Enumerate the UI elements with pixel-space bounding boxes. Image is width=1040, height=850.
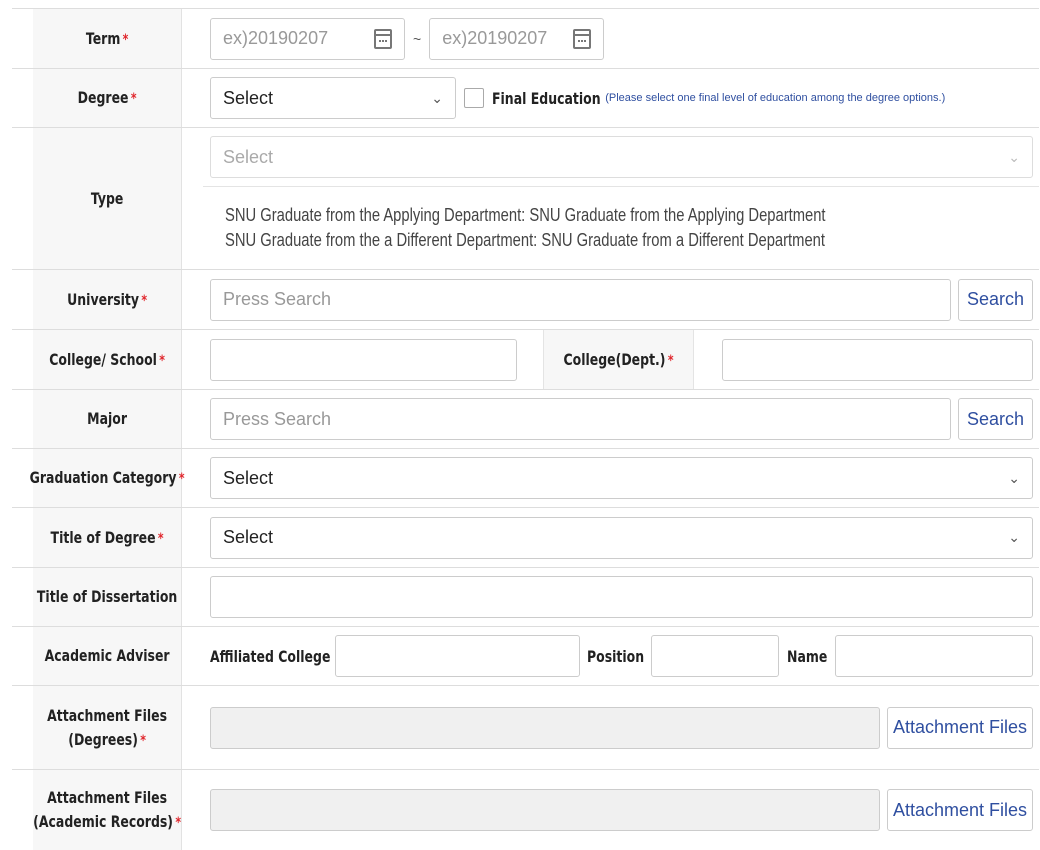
name-input[interactable] (835, 635, 1033, 677)
title-of-dissertation-input[interactable] (210, 576, 1033, 618)
graduation-category-select[interactable]: Select ⌄ (210, 457, 1033, 499)
degree-select-value: Select (223, 87, 274, 108)
major-input[interactable]: Press Search (210, 398, 951, 440)
major-label-text: Major (87, 409, 128, 428)
affiliated-college-label: Affiliated College (210, 646, 331, 666)
required-mark: * (130, 91, 137, 107)
calendar-icon[interactable] (573, 28, 592, 49)
university-label-text: University (67, 289, 140, 309)
row-major: Major Press Search Search (12, 390, 1039, 449)
position-input[interactable] (651, 635, 779, 677)
row-graduation-category: Graduation Category * Select ⌄ (12, 449, 1039, 508)
title-of-degree-select[interactable]: Select ⌄ (210, 516, 1033, 559)
major-label: Major (33, 390, 182, 448)
attachment-records-button[interactable]: Attachment Files (887, 789, 1033, 831)
row-academic-adviser: Academic Adviser Affiliated College Posi… (12, 627, 1039, 686)
degree-label-text: Degree (77, 88, 129, 107)
required-mark: * (140, 732, 146, 749)
education-form: Term * ex)20190207 ~ ex)20190207 Degree * … (12, 8, 1039, 850)
attachment-degrees-label-line1: Attachment Files (47, 705, 168, 725)
attachment-records-label-line1: Attachment Files (47, 788, 168, 807)
chevron-down-icon: ⌄ (1008, 148, 1020, 165)
college-dept-label: College(Dept.) * (542, 330, 694, 389)
academic-adviser-label: Academic Adviser (33, 627, 182, 685)
title-of-degree-value: Select (223, 527, 274, 547)
attachment-degrees-label: Attachment Files (Degrees) * (33, 686, 182, 769)
academic-adviser-label-text: Academic Adviser (44, 646, 170, 665)
college-school-input[interactable] (210, 338, 517, 381)
degree-select[interactable]: Select ⌄ (210, 77, 456, 119)
major-search-button[interactable]: Search (958, 398, 1033, 440)
row-college-school: College/ School * College(Dept.) * (12, 330, 1039, 390)
college-dept-input[interactable] (721, 338, 1033, 381)
type-desc-line1: SNU Graduate from the Applying Departmen… (225, 205, 826, 225)
type-select-value: Select (223, 146, 274, 167)
final-education-checkbox[interactable] (464, 88, 484, 108)
term-separator: ~ (413, 30, 422, 47)
type-select[interactable]: Select ⌄ (210, 136, 1033, 178)
title-of-degree-label: Title of Degree * (33, 508, 182, 567)
type-description: SNU Graduate from the Applying Departmen… (203, 187, 1039, 269)
university-input[interactable]: Press Search (210, 278, 951, 321)
required-mark: * (157, 530, 164, 547)
row-title-of-dissertation: Title of Dissertation (12, 568, 1039, 627)
graduation-category-label: Graduation Category * (29, 449, 185, 507)
row-university: University * Press Search Search (12, 270, 1039, 330)
term-end-input[interactable]: ex)20190207 (429, 17, 605, 60)
required-mark: * (667, 352, 674, 369)
attachment-records-label: Attachment Files (Academic Records) * (33, 770, 182, 850)
required-mark: * (178, 471, 185, 487)
attachment-degrees-label-line2: (Degrees) (68, 729, 138, 749)
row-term: Term * ex)20190207 ~ ex)20190207 (12, 9, 1039, 69)
attachment-records-label-line2: (Academic Records) (33, 812, 174, 831)
attachment-degrees-button[interactable]: Attachment Files (887, 706, 1033, 749)
chevron-down-icon: ⌄ (1008, 469, 1020, 486)
degree-label: Degree * (33, 69, 182, 127)
type-label: Type (33, 128, 182, 269)
attachment-records-filename (210, 789, 880, 831)
title-of-dissertation-label-text: Title of Dissertation (36, 587, 178, 606)
required-mark: * (122, 31, 129, 48)
required-mark: * (141, 292, 148, 309)
term-end-placeholder: ex)20190207 (442, 28, 548, 48)
university-placeholder: Press Search (223, 289, 332, 309)
calendar-icon[interactable] (374, 28, 392, 49)
college-school-label: College/ School * (33, 330, 182, 389)
graduation-category-label-text: Graduation Category (29, 468, 177, 487)
row-type: Type Select ⌄ SNU Graduate from the Appl… (12, 128, 1039, 270)
required-mark: * (175, 815, 182, 831)
title-of-degree-label-text: Title of Degree (50, 527, 156, 547)
row-degree: Degree * Select ⌄ Final Education (Please… (12, 69, 1039, 128)
term-label: Term * (33, 9, 182, 68)
term-start-input[interactable]: ex)20190207 (210, 17, 405, 60)
university-search-button[interactable]: Search (958, 278, 1033, 321)
row-attachment-records: Attachment Files (Academic Records) * Att… (12, 770, 1039, 850)
row-title-of-degree: Title of Degree * Select ⌄ (12, 508, 1039, 568)
attachment-degrees-filename (210, 706, 880, 749)
name-label: Name (787, 646, 828, 666)
position-label: Position (587, 646, 645, 666)
university-label: University * (33, 270, 182, 329)
chevron-down-icon: ⌄ (1008, 529, 1020, 545)
term-label-text: Term (85, 28, 121, 48)
final-education-label: Final Education (492, 88, 601, 108)
chevron-down-icon: ⌄ (431, 89, 443, 106)
row-attachment-degrees: Attachment Files (Degrees) * Attachment F… (12, 686, 1039, 770)
final-education-note: (Please select one final level of educat… (605, 92, 946, 104)
title-of-dissertation-label: Title of Dissertation (33, 568, 182, 626)
college-school-label-text: College/ School (49, 349, 157, 369)
term-start-placeholder: ex)20190207 (223, 28, 329, 48)
college-dept-label-text: College(Dept.) (562, 349, 665, 369)
major-placeholder: Press Search (223, 408, 332, 429)
affiliated-college-input[interactable] (335, 635, 580, 677)
required-mark: * (159, 352, 166, 369)
type-label-text: Type (90, 188, 124, 208)
graduation-category-value: Select (223, 467, 274, 488)
type-desc-line2: SNU Graduate from the a Different Depart… (225, 230, 825, 250)
